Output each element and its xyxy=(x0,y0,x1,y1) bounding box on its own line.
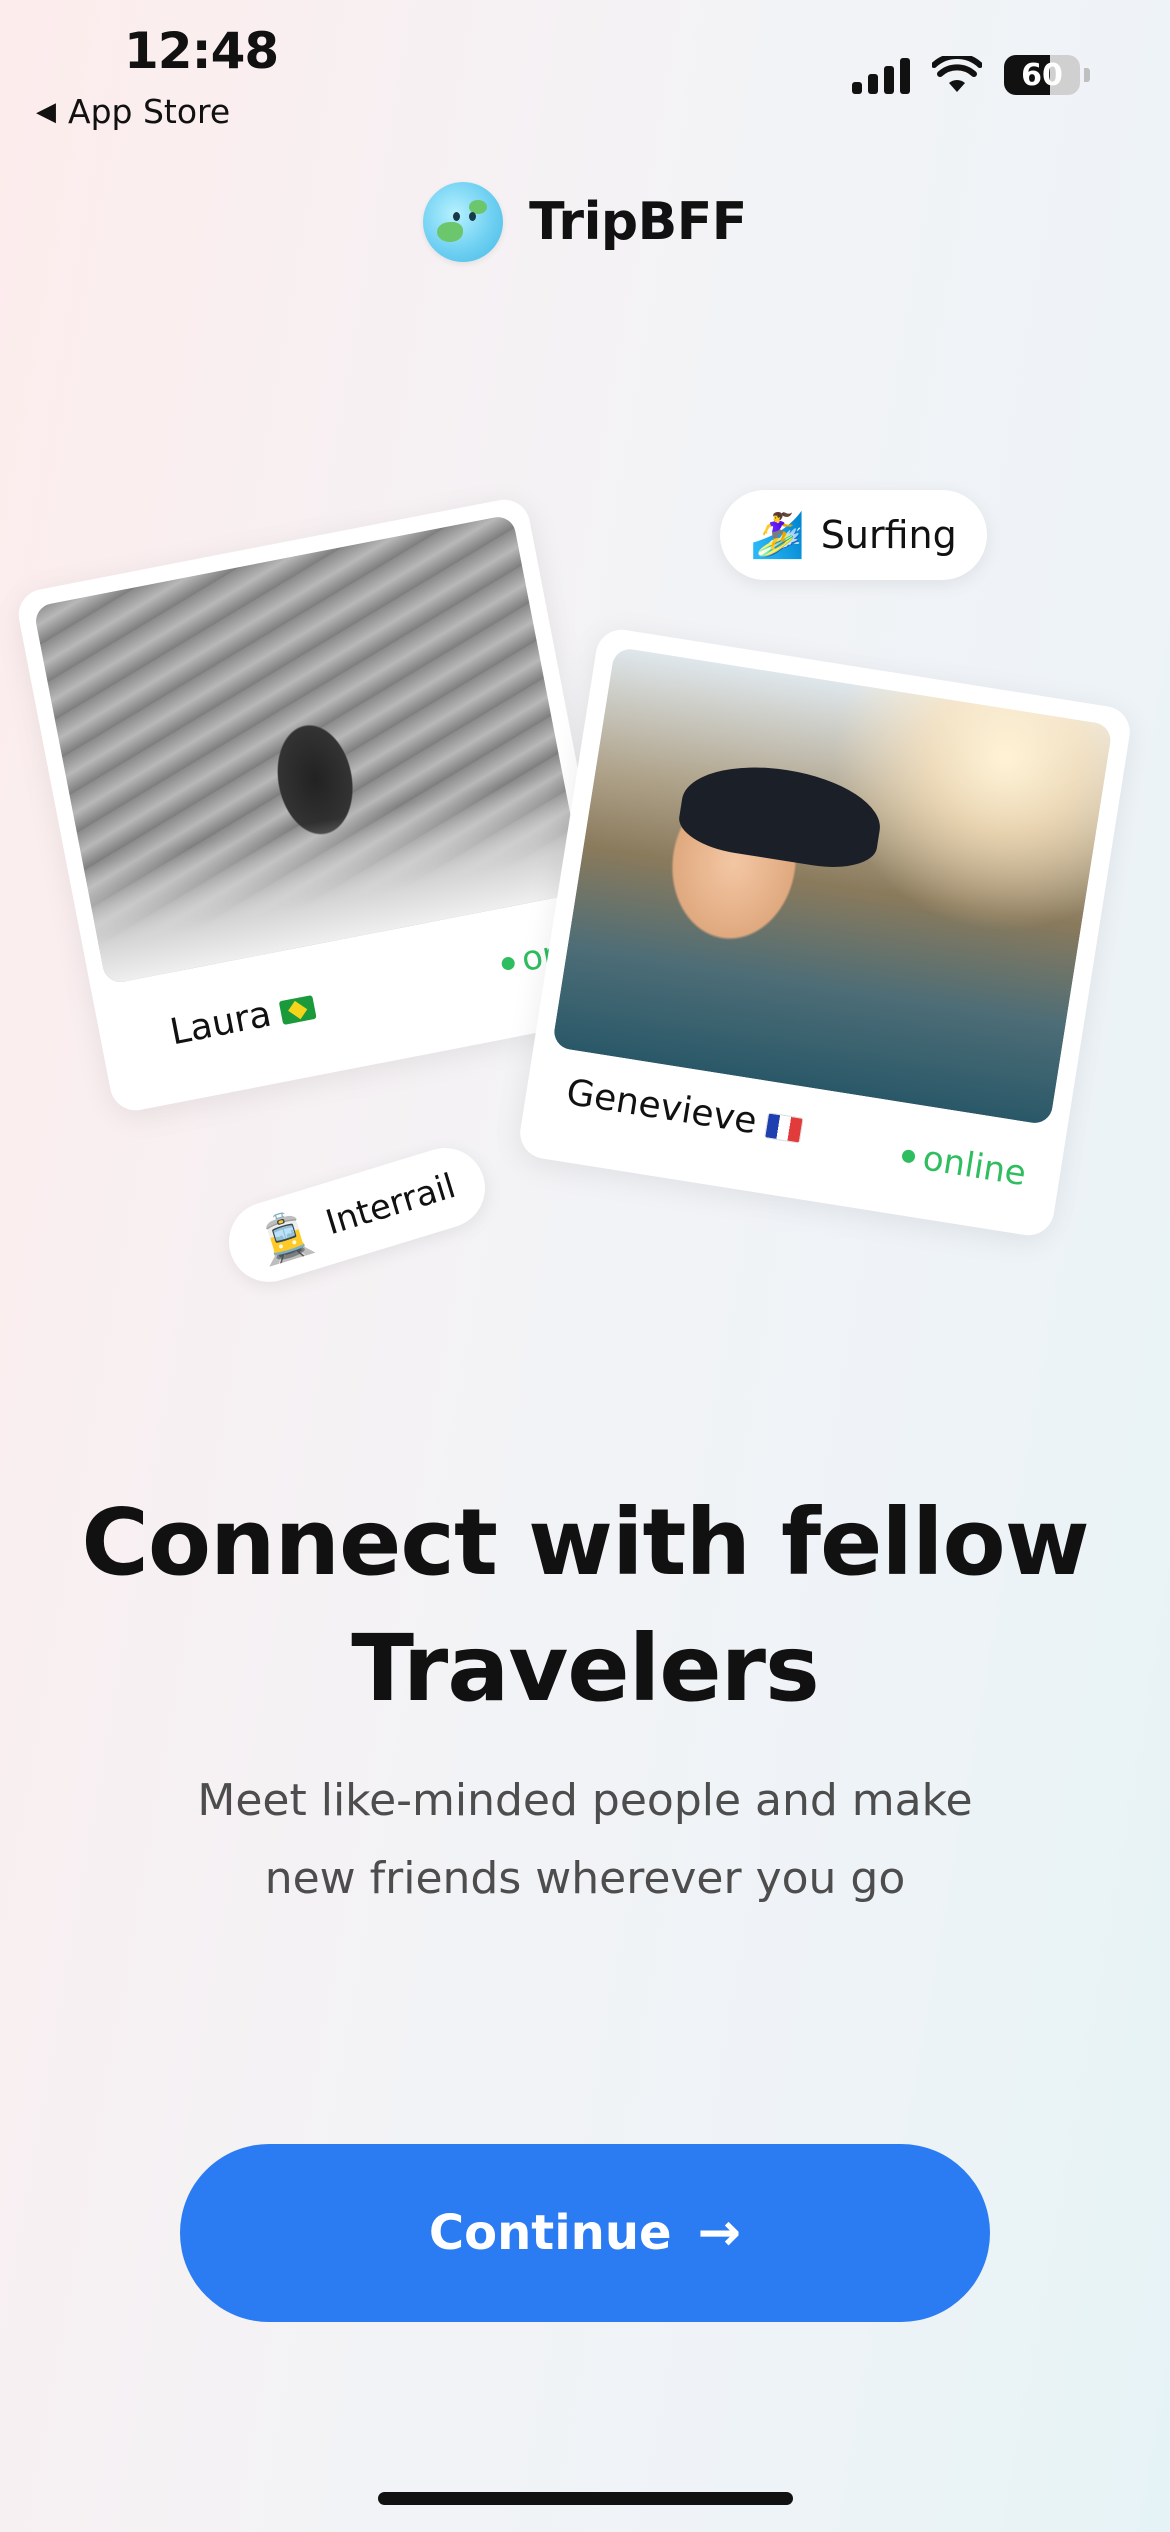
brand-name: TripBFF xyxy=(529,192,747,252)
chip-label: Interrail xyxy=(321,1166,461,1244)
status-time: 12:48 xyxy=(124,22,279,80)
profile-card-genevieve: Genevieve online xyxy=(516,626,1134,1239)
interest-chip-surfing: 🏄‍♀️ Surfing xyxy=(720,490,987,580)
arrow-right-icon: → xyxy=(697,2203,742,2263)
train-icon: 🚊 xyxy=(252,1204,320,1270)
online-status: online xyxy=(899,1135,1029,1194)
page-title: Connect with fellow Travelers xyxy=(81,1489,1089,1722)
page-subtitle: Meet like-minded people and make new fri… xyxy=(197,1775,973,1904)
online-dot-icon xyxy=(901,1148,917,1164)
battery-level: 60 xyxy=(1021,57,1063,93)
surfer-icon: 🏄‍♀️ xyxy=(750,510,805,561)
chip-label: Surfing xyxy=(820,513,957,557)
continue-label: Continue xyxy=(428,2205,672,2261)
smiling-globe-icon xyxy=(423,182,504,262)
battery-tip xyxy=(1084,68,1090,82)
continue-button[interactable]: Continue → xyxy=(180,2144,990,2322)
profile-name: Genevieve xyxy=(564,1072,805,1150)
brand-header: TripBFF xyxy=(0,182,1170,262)
back-label: App Store xyxy=(68,92,231,131)
wifi-icon xyxy=(932,56,982,92)
profile-name: Laura xyxy=(167,985,318,1053)
brazil-flag-icon xyxy=(278,995,317,1026)
france-flag-icon xyxy=(764,1112,804,1144)
cellular-signal-icon xyxy=(852,56,910,94)
interest-chip-interrail: 🚊 Interrail xyxy=(219,1138,495,1292)
back-triangle-icon: ◀ xyxy=(36,96,56,127)
battery-icon: 60 xyxy=(1004,55,1080,95)
status-icons: 60 xyxy=(852,55,1090,95)
back-to-app-store[interactable]: ◀ App Store xyxy=(36,92,230,131)
profile-photo xyxy=(32,514,586,986)
profile-card-laura: Laura onli xyxy=(14,495,626,1115)
online-dot-icon xyxy=(500,955,516,971)
profile-photo xyxy=(551,646,1113,1126)
home-indicator[interactable] xyxy=(378,2492,793,2505)
